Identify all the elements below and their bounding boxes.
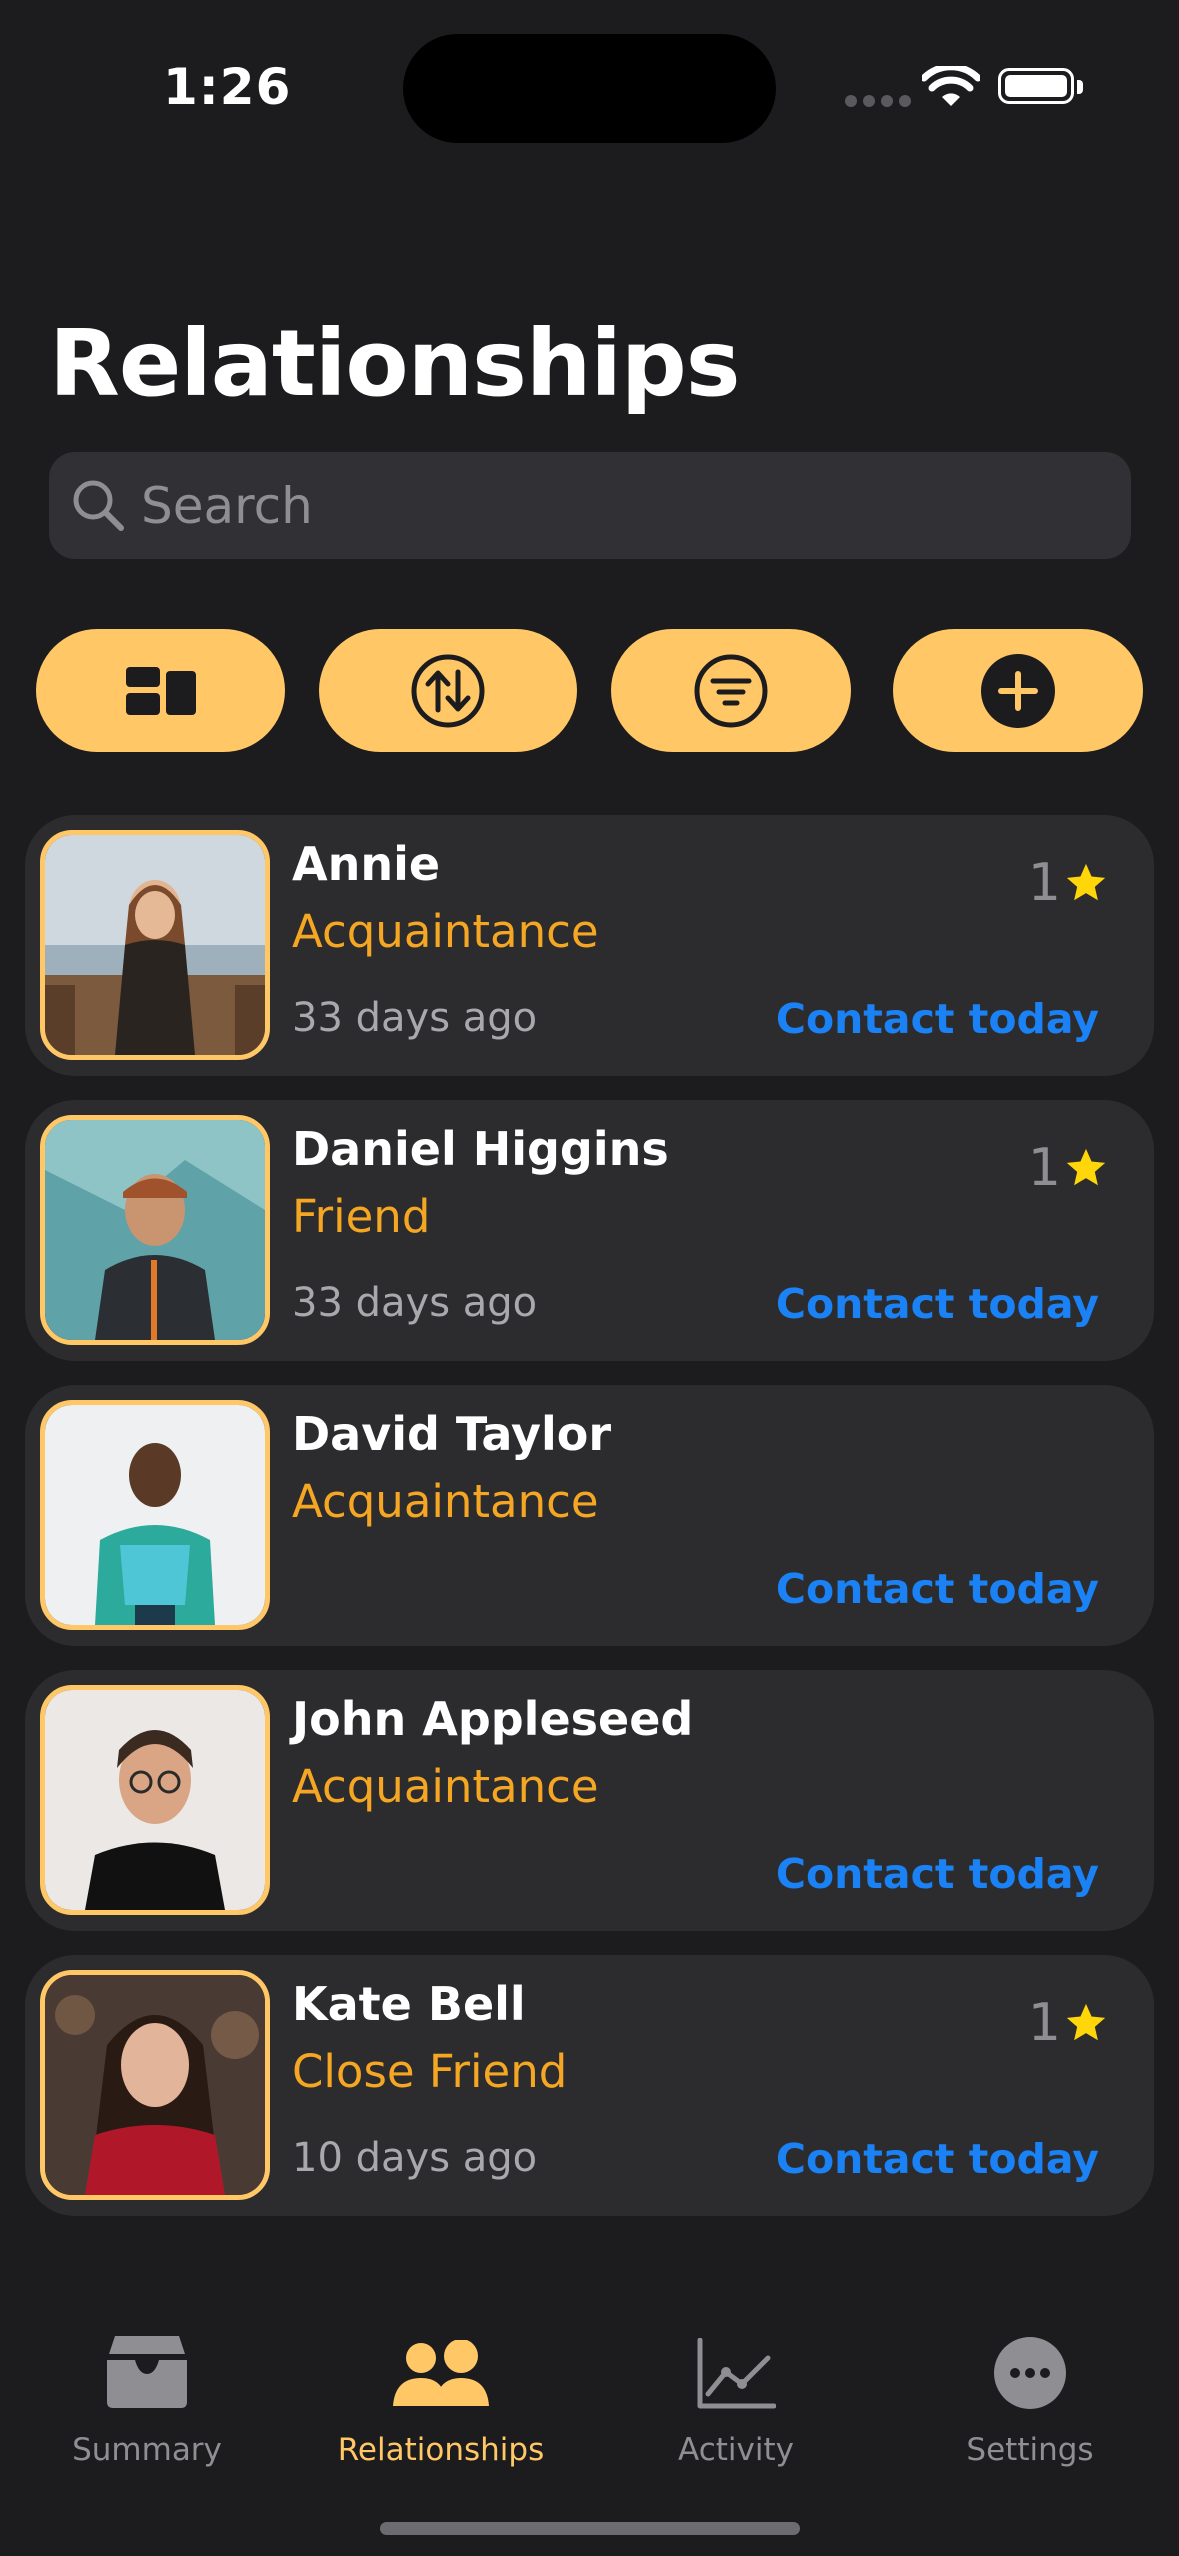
star-icon (1066, 1148, 1106, 1186)
cellular-signal-icon (845, 95, 911, 107)
sort-arrows-icon (411, 654, 485, 727)
tab-label: Activity (678, 2432, 794, 2468)
contact-today-link[interactable]: Contact today (776, 1850, 1099, 1898)
tray-icon (107, 2336, 187, 2408)
avatar (40, 830, 270, 1060)
contact-name: Daniel Higgins (292, 1122, 669, 1176)
layout-button[interactable] (36, 629, 285, 752)
avatar (40, 1685, 270, 1915)
battery-icon (998, 68, 1074, 104)
avatar (40, 1970, 270, 2200)
search-bar[interactable] (49, 452, 1131, 559)
contact-name: David Taylor (292, 1407, 612, 1461)
avatar (40, 1115, 270, 1345)
page-title: Relationships (49, 310, 740, 417)
sort-button[interactable] (319, 629, 577, 752)
tab-activity[interactable]: Activity (606, 2320, 866, 2468)
dynamic-island (403, 34, 776, 143)
rating: 1 (1028, 1138, 1109, 1198)
star-icon (1066, 863, 1106, 901)
contact-card[interactable]: David Taylor Acquaintance Contact today (25, 1385, 1154, 1646)
people-icon (393, 2340, 489, 2406)
last-contact: 33 days ago (292, 995, 538, 1041)
contact-today-link[interactable]: Contact today (776, 1565, 1099, 1613)
plus-circle-icon (981, 653, 1055, 728)
tab-label: Summary (72, 2432, 222, 2468)
contact-name: Kate Bell (292, 1977, 526, 2031)
rating-value: 1 (1027, 1138, 1061, 1198)
relationship-type: Friend (292, 1190, 431, 1243)
contact-card[interactable]: Annie Acquaintance 33 days ago Contact t… (25, 815, 1154, 1076)
filter-lines-icon (694, 654, 768, 727)
contact-name: Annie (292, 837, 441, 891)
add-contact-button[interactable] (893, 629, 1143, 752)
relationship-type: Acquaintance (292, 905, 599, 958)
battery-cap (1077, 80, 1083, 94)
contact-today-link[interactable]: Contact today (776, 1280, 1099, 1328)
tab-summary[interactable]: Summary (17, 2320, 277, 2468)
contact-card[interactable]: Kate Bell Close Friend 10 days ago Conta… (25, 1955, 1154, 2216)
tab-settings[interactable]: Settings (900, 2320, 1160, 2468)
rating-value: 1 (1027, 853, 1061, 913)
search-input[interactable] (141, 452, 1101, 559)
rating: 1 (1028, 1993, 1109, 2053)
relationship-type: Acquaintance (292, 1760, 599, 1813)
last-contact: 33 days ago (292, 1280, 538, 1326)
layout-grid-icon (125, 666, 196, 715)
contact-name: John Appleseed (292, 1692, 694, 1746)
contact-card[interactable]: John Appleseed Acquaintance Contact toda… (25, 1670, 1154, 1931)
home-indicator[interactable] (380, 2522, 800, 2535)
relationship-type: Acquaintance (292, 1475, 599, 1528)
tab-relationships[interactable]: Relationships (311, 2320, 571, 2468)
status-time: 1:26 (163, 58, 292, 116)
screen: 1:26 Relationships Search Annie Acquaint… (0, 0, 1179, 2556)
contact-today-link[interactable]: Contact today (776, 2135, 1099, 2183)
relationship-type: Close Friend (292, 2045, 568, 2098)
filter-button[interactable] (611, 629, 851, 752)
last-contact: 10 days ago (292, 2135, 538, 2181)
contact-card[interactable]: Daniel Higgins Friend 33 days ago Contac… (25, 1100, 1154, 1361)
line-chart-icon (697, 2338, 776, 2409)
tab-label: Relationships (337, 2432, 545, 2468)
wifi-icon (922, 66, 980, 106)
rating: 1 (1028, 853, 1109, 913)
tab-label: Settings (966, 2432, 1094, 2468)
rating-value: 1 (1027, 1993, 1061, 2053)
star-icon (1066, 2003, 1106, 2041)
search-icon (73, 480, 124, 531)
ellipsis-circle-icon (994, 2337, 1066, 2409)
contact-today-link[interactable]: Contact today (776, 995, 1099, 1043)
avatar (40, 1400, 270, 1630)
